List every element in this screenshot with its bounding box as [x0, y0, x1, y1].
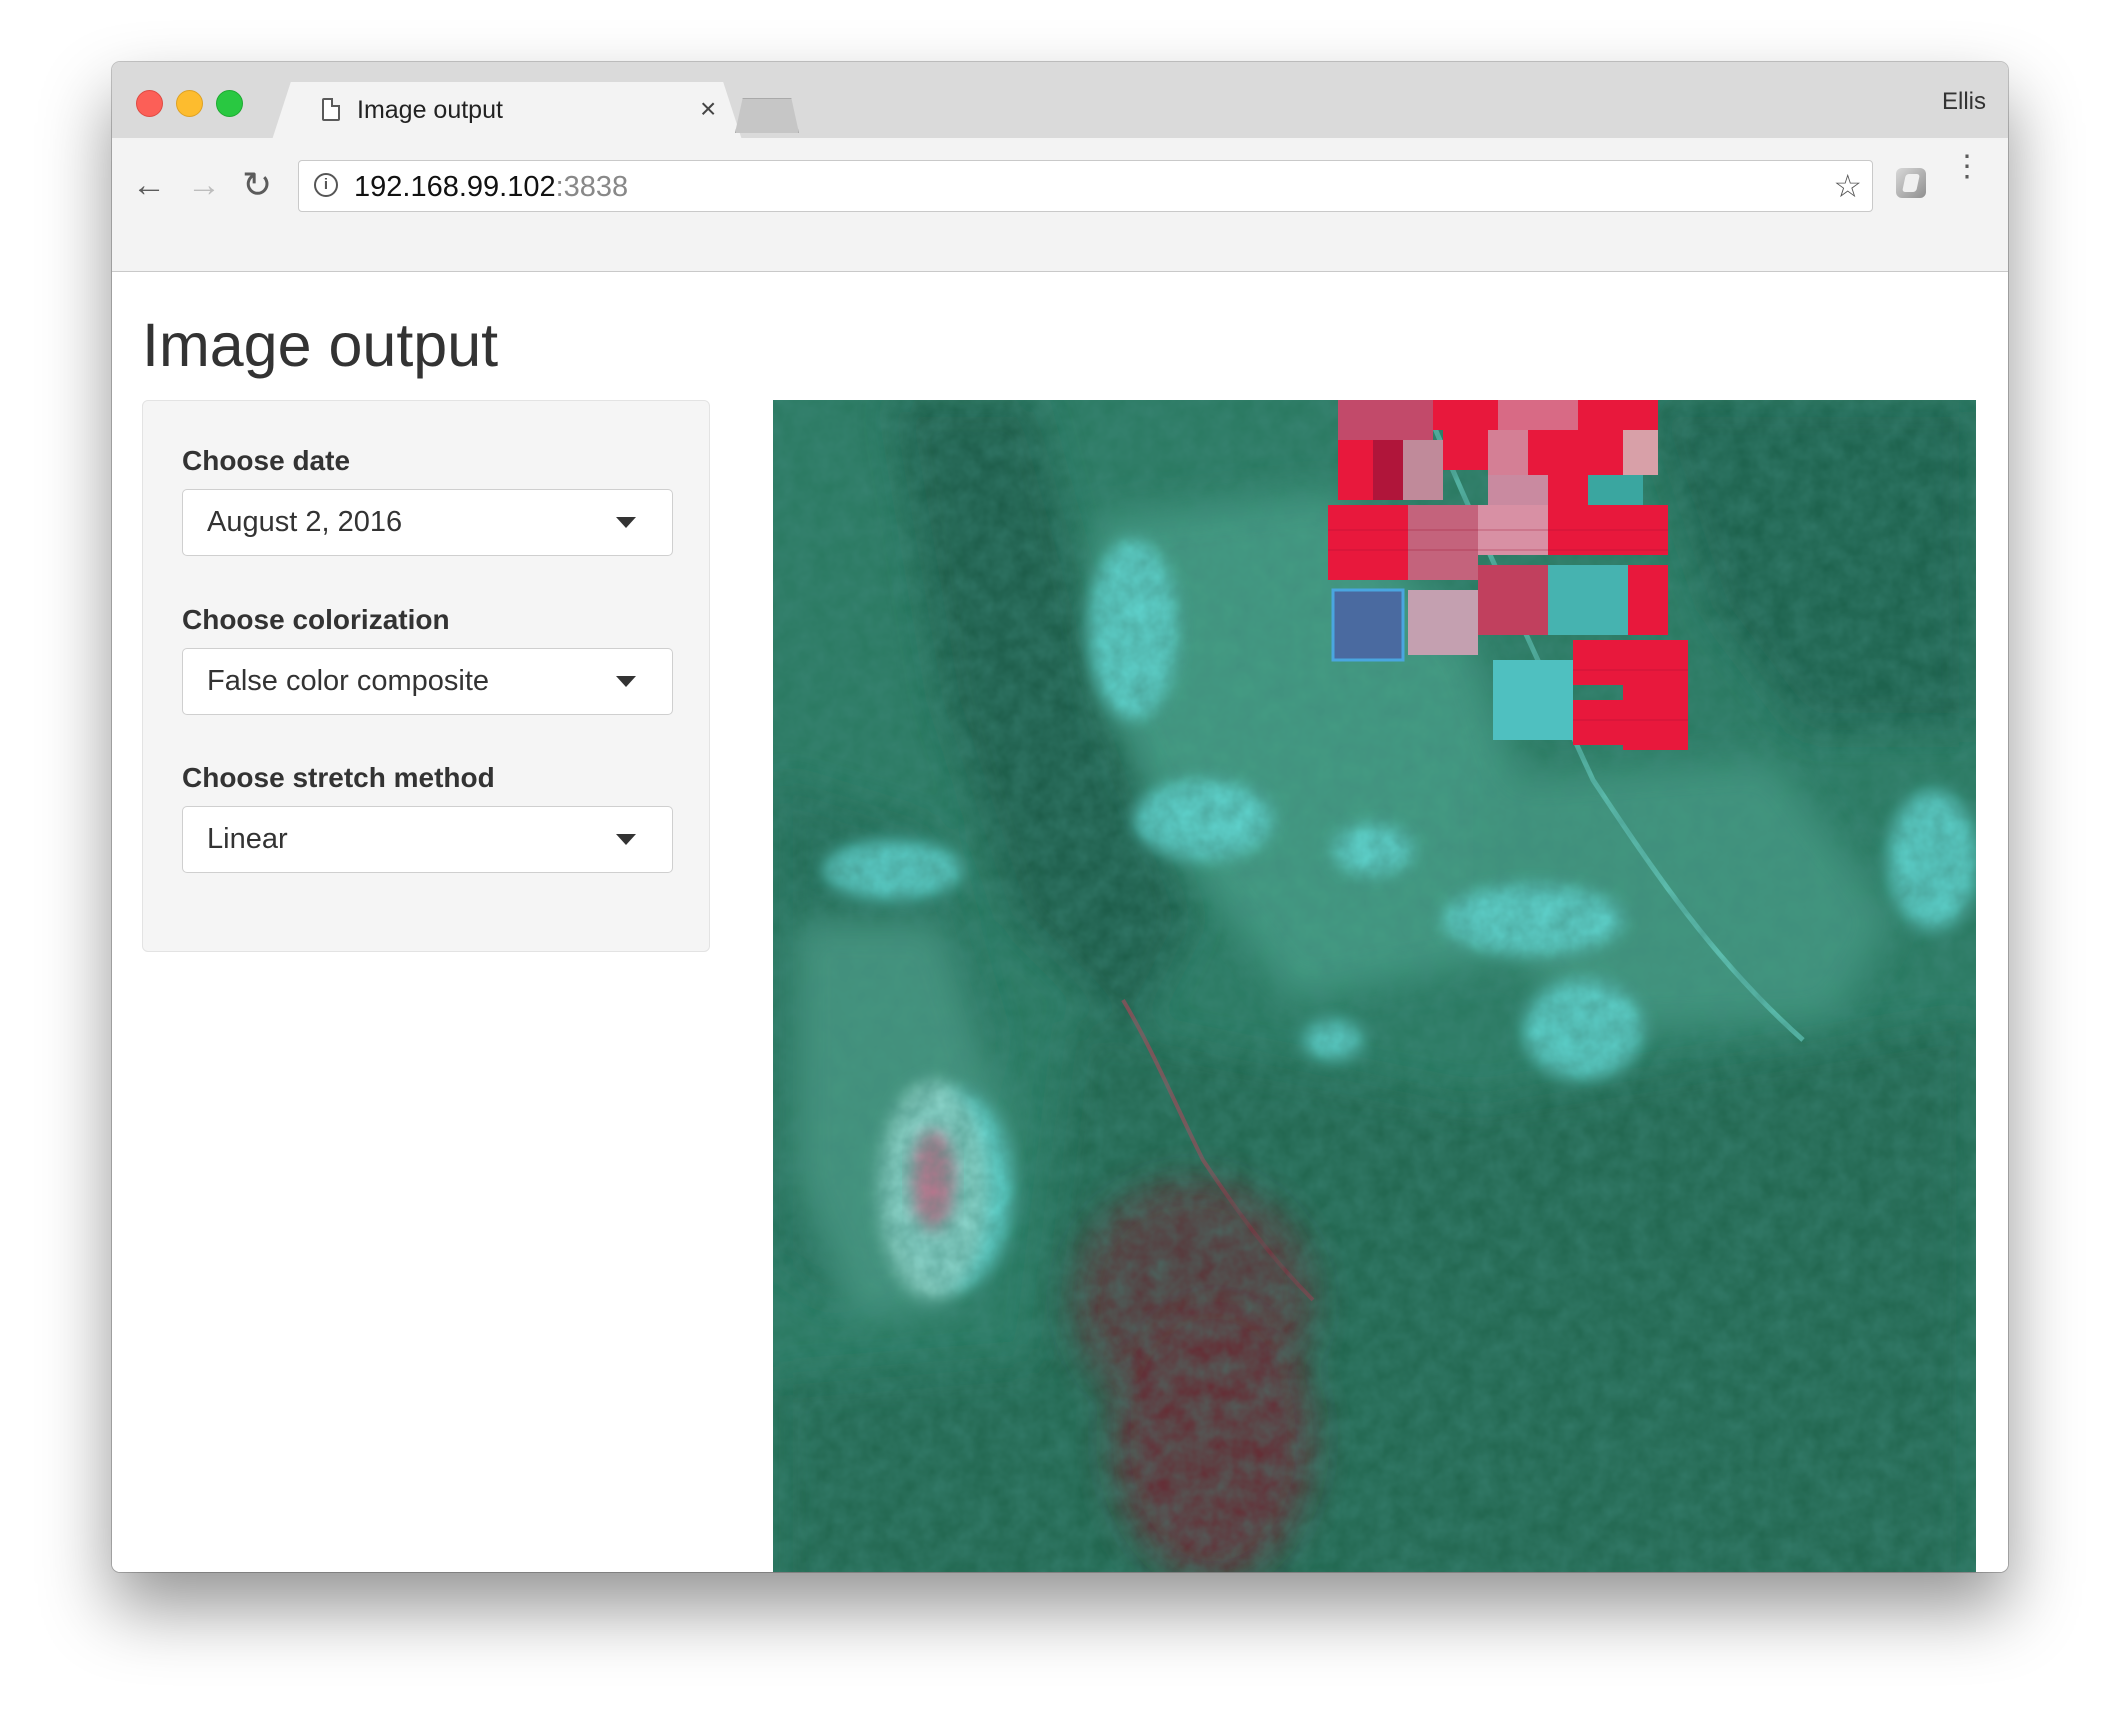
address-bar[interactable]: i 192.168.99.102:3838 ☆ [298, 160, 1873, 212]
chevron-down-icon [616, 834, 636, 845]
url-host: 192.168.99.102 [354, 171, 556, 203]
satellite-image-graphic [773, 400, 1976, 1572]
date-select-value: August 2, 2016 [207, 506, 403, 538]
colorization-select-value: False color composite [207, 665, 490, 697]
file-icon [322, 98, 340, 121]
colorization-label: Choose colorization [182, 604, 450, 635]
sidebar-panel: Choose date August 2, 2016 Choose colori… [142, 400, 710, 952]
profile-name[interactable]: Ellis [1942, 88, 1986, 116]
chevron-down-icon [616, 676, 636, 687]
browser-window: Image output × Ellis ← → ↻ i 192.168.99.… [112, 62, 2008, 1572]
extension-icon[interactable] [1896, 168, 1926, 198]
reload-icon[interactable]: ↻ [242, 164, 272, 206]
browser-tab[interactable]: Image output × [272, 82, 742, 140]
colorization-select[interactable]: False color composite [182, 648, 673, 715]
date-label: Choose date [182, 445, 351, 476]
browser-toolbar: ← → ↻ i 192.168.99.102:3838 ☆ ⋮ [112, 138, 2008, 272]
chevron-down-icon [616, 517, 636, 528]
close-window-button[interactable] [136, 90, 163, 117]
url-port: :3838 [555, 171, 629, 203]
zoom-window-button[interactable] [216, 90, 243, 117]
minimize-window-button[interactable] [176, 90, 203, 117]
stretch-select-value: Linear [207, 823, 288, 855]
stretch-select[interactable]: Linear [182, 806, 673, 873]
page-content: Image output Choose date August 2, 2016 … [112, 272, 2008, 1572]
close-tab-icon[interactable]: × [700, 93, 716, 125]
info-icon[interactable]: i [314, 173, 338, 197]
arrow-right-icon[interactable]: → [187, 166, 221, 205]
page-title: Image output [142, 311, 499, 379]
tab-title: Image output [357, 96, 503, 124]
star-icon[interactable]: ☆ [1833, 167, 1862, 205]
new-tab-button[interactable] [735, 98, 799, 133]
satellite-image [773, 400, 1976, 1572]
kebab-menu-icon[interactable]: ⋮ [1952, 152, 1982, 182]
title-bar: Image output × Ellis [112, 62, 2008, 140]
url-text[interactable]: 192.168.99.102:3838 [354, 171, 628, 204]
date-select[interactable]: August 2, 2016 [182, 489, 673, 556]
arrow-left-icon[interactable]: ← [132, 166, 166, 205]
stretch-label: Choose stretch method [182, 762, 495, 793]
